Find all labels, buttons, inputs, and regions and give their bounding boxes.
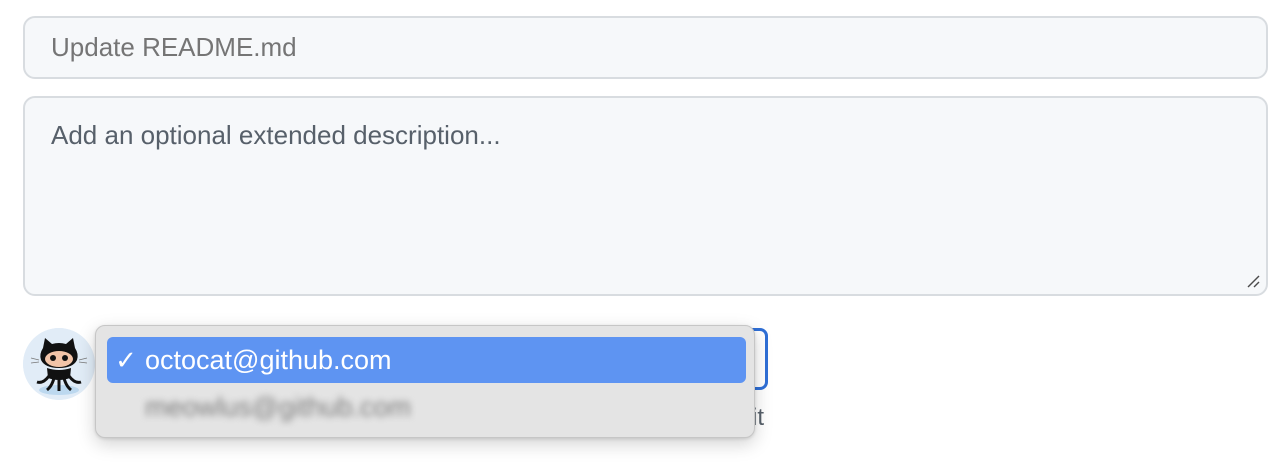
description-placeholder: Add an optional extended description... xyxy=(51,120,501,150)
author-avatar xyxy=(23,328,95,400)
email-dropdown-menu: ✓ octocat@github.com meowlus@github.com xyxy=(95,325,755,438)
commit-description-textarea[interactable]: Add an optional extended description... xyxy=(23,96,1268,296)
resize-handle-icon[interactable] xyxy=(1246,274,1260,288)
commit-form: Add an optional extended description... xyxy=(0,0,1286,468)
email-option-label: octocat@github.com xyxy=(145,344,392,375)
email-option-label: meowlus@github.com xyxy=(145,391,412,422)
commit-summary-input[interactable] xyxy=(23,16,1268,79)
email-option[interactable]: meowlus@github.com xyxy=(107,384,746,430)
checkmark-icon: ✓ xyxy=(115,344,137,375)
email-option-selected[interactable]: ✓ octocat@github.com xyxy=(107,337,746,383)
octocat-icon xyxy=(23,328,95,400)
